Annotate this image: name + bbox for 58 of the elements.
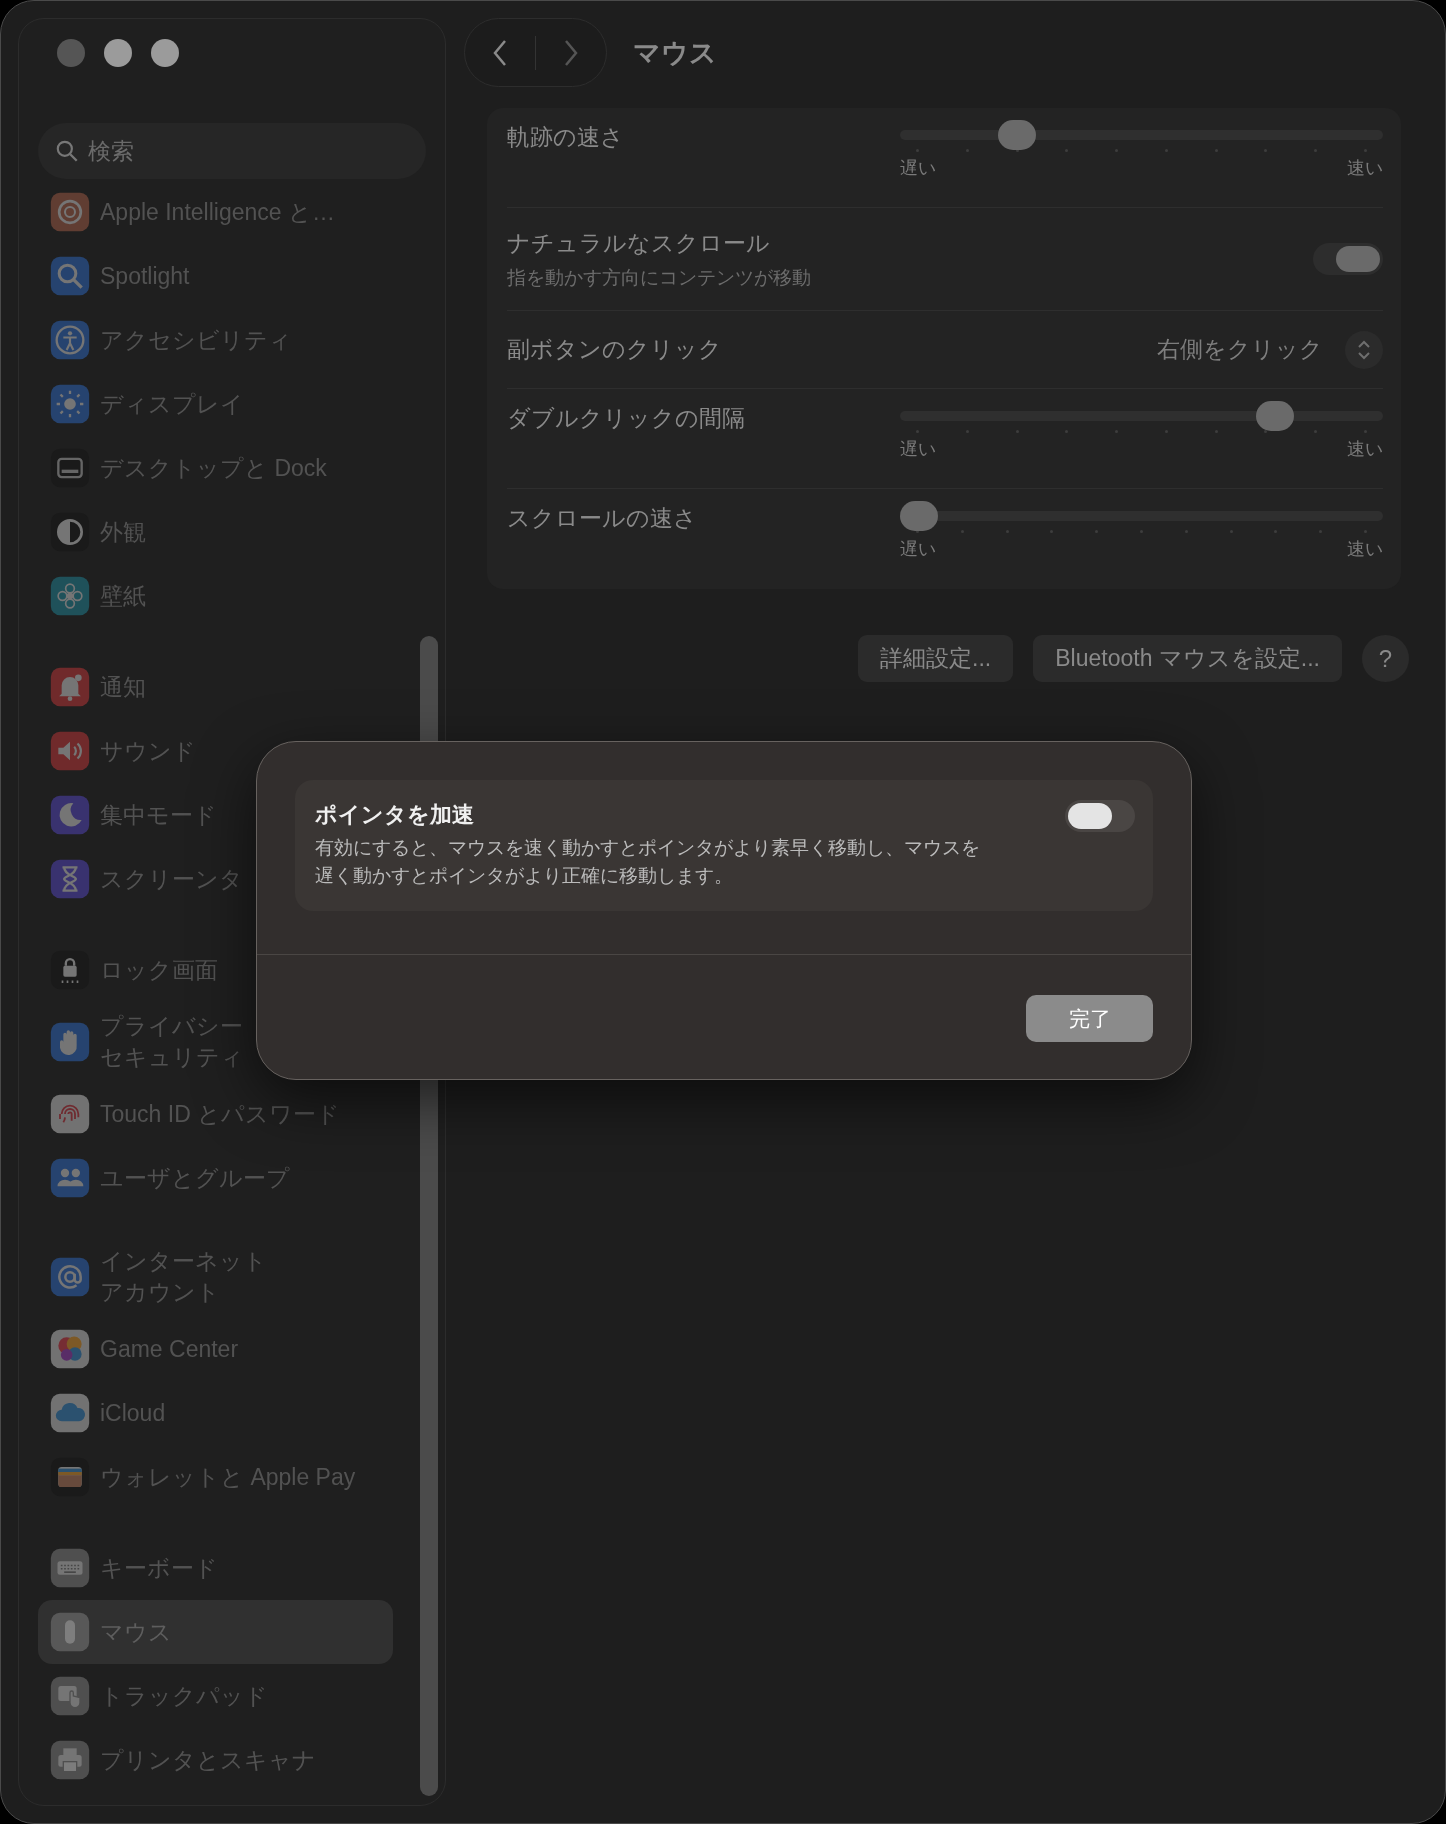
- setting-description: 指を動かす方向にコンテンツが移動: [507, 265, 811, 290]
- min-label: 遅い: [900, 538, 936, 561]
- setting-title: ポインタを加速: [315, 801, 475, 829]
- min-label: 遅い: [900, 438, 936, 461]
- magnifier-icon: [50, 256, 90, 296]
- max-label: 速い: [1347, 538, 1383, 561]
- people-icon: [50, 1158, 90, 1198]
- hand-icon: [50, 1022, 90, 1062]
- search-field[interactable]: 検索: [38, 123, 426, 179]
- max-label: 速い: [1347, 438, 1383, 461]
- up-down-chevron-icon: [1356, 338, 1372, 361]
- cloud-icon: [50, 1393, 90, 1433]
- contrast-icon: [50, 512, 90, 552]
- wallet-icon: [50, 1457, 90, 1497]
- settings-button[interactable]: 詳細設定...: [858, 635, 1014, 682]
- moon-icon: [50, 795, 90, 835]
- min-label: 遅い: [900, 157, 936, 180]
- bell-icon: [50, 667, 90, 707]
- close-button[interactable]: [57, 39, 85, 67]
- slider-track[interactable]: [900, 401, 1383, 431]
- slider-thumb[interactable]: [1256, 401, 1294, 431]
- at-sign-icon: [50, 1257, 90, 1297]
- settings-button[interactable]: Bluetooth マウスを設定...: [1033, 635, 1342, 682]
- trackpad-icon: [50, 1676, 90, 1716]
- hourglass-icon: [50, 859, 90, 899]
- done-button[interactable]: 完了: [1026, 995, 1153, 1042]
- ring-icon: [50, 192, 90, 232]
- toggle-switch[interactable]: [1065, 800, 1135, 832]
- speaker-icon: [50, 731, 90, 771]
- bubbles-icon: [50, 1329, 90, 1369]
- person-icon: [50, 320, 90, 360]
- slider-track[interactable]: [900, 120, 1383, 150]
- printer-icon: [50, 1740, 90, 1780]
- flower-icon: [50, 576, 90, 616]
- setting-label: 副ボタンのクリック: [507, 335, 722, 364]
- slider-track[interactable]: [900, 501, 1383, 531]
- window-title: マウス: [633, 36, 717, 70]
- setting-label: スクロールの速さ: [507, 504, 697, 533]
- stepper-button[interactable]: [1345, 330, 1383, 369]
- toggle-switch[interactable]: [1313, 243, 1383, 275]
- setting-description: 有効にすると、マウスを速く動かすとポインタがより素早く移動し、マウスを遅く動かすとポインタがより正確に移動します。: [315, 836, 981, 888]
- fingerprint-icon: [50, 1094, 90, 1134]
- setting-label: ダブルクリックの間隔: [507, 404, 745, 433]
- mouse-icon: [50, 1612, 90, 1652]
- window-icon: [50, 448, 90, 488]
- setting-label: ナチュラルなスクロール: [507, 228, 771, 258]
- slider-thumb[interactable]: [900, 501, 938, 531]
- zoom-button[interactable]: [151, 39, 179, 67]
- lock-icon: [50, 950, 90, 990]
- search-icon: [54, 138, 80, 164]
- keyboard-icon: [50, 1548, 90, 1588]
- help-button[interactable]: ?: [1362, 635, 1409, 682]
- slider-thumb[interactable]: [997, 120, 1036, 150]
- sun-icon: [50, 384, 90, 424]
- setting-label: 軌跡の速さ: [507, 123, 624, 152]
- minimize-button[interactable]: [104, 39, 132, 67]
- max-label: 速い: [1347, 157, 1383, 180]
- popup-value[interactable]: 右側をクリック: [1157, 334, 1323, 365]
